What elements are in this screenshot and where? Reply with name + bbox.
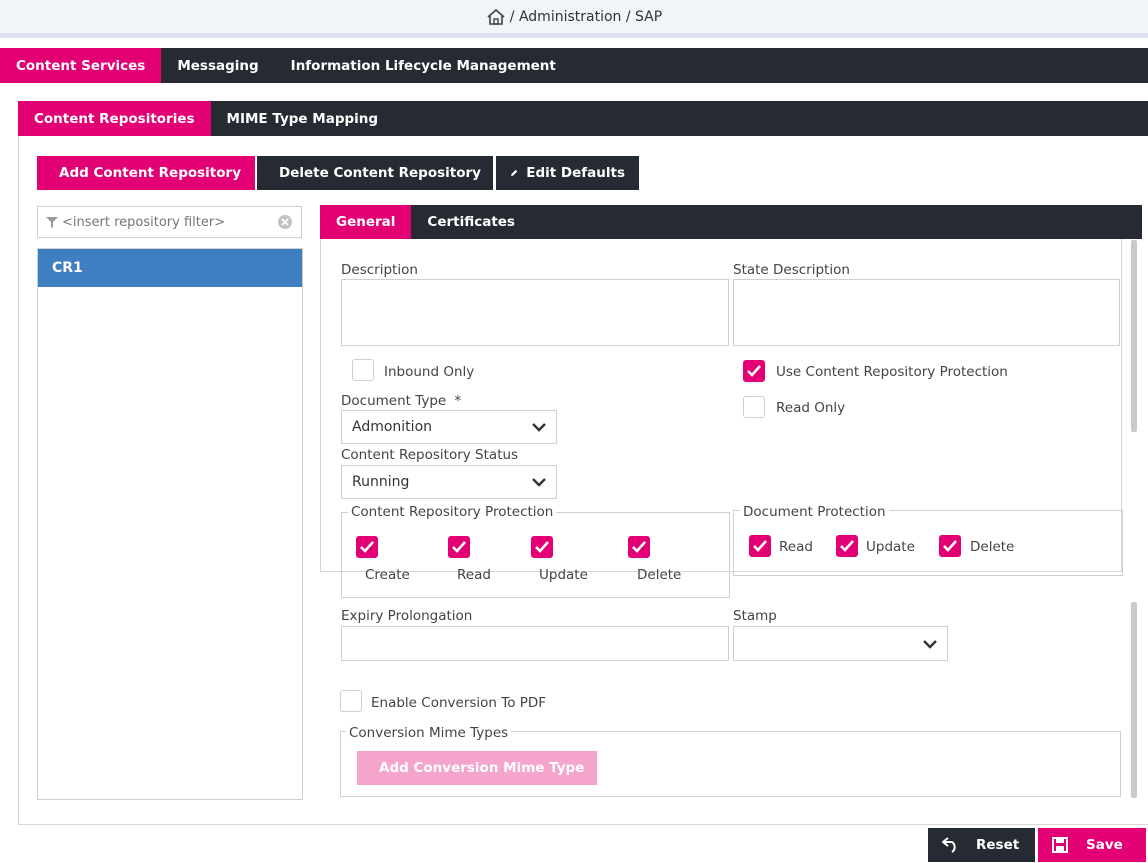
expiry-input[interactable] bbox=[341, 626, 729, 661]
filter-icon bbox=[46, 217, 58, 228]
repository-filter-input[interactable] bbox=[62, 214, 277, 230]
state-description-label: State Description bbox=[733, 262, 850, 278]
doc-delete-checkbox[interactable] bbox=[939, 535, 961, 557]
delete-content-repository-label: Delete Content Repository bbox=[279, 165, 481, 181]
repository-list: CR1 bbox=[37, 248, 303, 800]
list-item[interactable]: CR1 bbox=[38, 249, 302, 287]
clear-icon[interactable] bbox=[277, 214, 293, 230]
check-icon bbox=[452, 541, 466, 553]
stamp-select[interactable] bbox=[733, 626, 948, 661]
reset-button[interactable]: Reset bbox=[928, 828, 1035, 862]
cr-update-checkbox[interactable] bbox=[531, 536, 553, 558]
use-protection-checkbox[interactable] bbox=[743, 360, 765, 382]
document-type-value: Admonition bbox=[352, 419, 433, 435]
enable-pdf-label: Enable Conversion To PDF bbox=[371, 695, 547, 711]
edit-defaults-label: Edit Defaults bbox=[526, 165, 625, 181]
expiry-label: Expiry Prolongation bbox=[341, 608, 473, 624]
panel-scrollbar[interactable] bbox=[1131, 240, 1137, 432]
chevron-down-icon bbox=[923, 639, 937, 649]
chevron-down-icon bbox=[532, 478, 546, 487]
status-label: Content Repository Status bbox=[341, 447, 519, 463]
chevron-down-icon bbox=[532, 423, 546, 432]
check-icon bbox=[632, 541, 646, 553]
document-type-text: Document Type bbox=[341, 393, 447, 409]
required-mark: * bbox=[454, 393, 462, 409]
breadcrumb-path: / Administration / SAP bbox=[509, 8, 663, 25]
doc-read-checkbox[interactable] bbox=[749, 535, 771, 557]
read-only-label: Read Only bbox=[776, 400, 846, 416]
doc-update-label: Update bbox=[866, 539, 915, 555]
reset-label: Reset bbox=[976, 837, 1020, 853]
add-conversion-mime-type-button[interactable]: Add Conversion Mime Type bbox=[357, 751, 597, 785]
cr-read-label: Read bbox=[457, 567, 491, 583]
description-label: Description bbox=[341, 262, 418, 278]
delete-content-repository-button[interactable]: Delete Content Repository bbox=[257, 156, 493, 190]
doc-update-checkbox[interactable] bbox=[836, 535, 858, 557]
doc-delete-label: Delete bbox=[970, 539, 1015, 555]
add-conversion-mime-type-label: Add Conversion Mime Type bbox=[379, 760, 585, 776]
save-label: Save bbox=[1086, 837, 1123, 853]
save-button[interactable]: Save bbox=[1038, 828, 1146, 862]
tab-content-repositories[interactable]: Content Repositories bbox=[18, 101, 211, 136]
document-type-label: Document Type * bbox=[341, 393, 461, 409]
pencil-icon bbox=[511, 169, 518, 177]
add-content-repository-button[interactable]: Add Content Repository bbox=[37, 156, 255, 190]
repository-filter bbox=[37, 206, 302, 238]
cr-read-checkbox[interactable] bbox=[448, 536, 470, 558]
cr-delete-checkbox[interactable] bbox=[628, 536, 650, 558]
cr-protection-legend: Content Repository Protection bbox=[348, 504, 557, 520]
cr-create-checkbox[interactable] bbox=[356, 536, 378, 558]
breadcrumb: / Administration / SAP bbox=[0, 0, 1148, 38]
edit-defaults-button[interactable]: Edit Defaults bbox=[496, 156, 639, 190]
cr-update-label: Update bbox=[539, 567, 588, 583]
add-content-repository-label: Add Content Repository bbox=[59, 165, 241, 181]
tab-content-services[interactable]: Content Services bbox=[0, 48, 162, 83]
cr-create-label: Create bbox=[365, 567, 410, 583]
enable-pdf-checkbox[interactable] bbox=[340, 690, 362, 712]
status-select[interactable]: Running bbox=[341, 465, 557, 499]
check-icon bbox=[840, 540, 854, 552]
check-icon bbox=[753, 540, 767, 552]
check-icon bbox=[535, 541, 549, 553]
doc-protection-legend: Document Protection bbox=[740, 504, 889, 520]
check-icon bbox=[943, 540, 957, 552]
home-icon[interactable] bbox=[486, 8, 506, 26]
read-only-checkbox[interactable] bbox=[743, 396, 765, 418]
tab-certificates[interactable]: Certificates bbox=[411, 205, 531, 239]
sub-tab-bar: Content Repositories MIME Type Mapping bbox=[18, 101, 1148, 136]
save-icon bbox=[1052, 837, 1068, 853]
main-tab-bar: Content Services Messaging Information L… bbox=[0, 48, 1148, 83]
doc-read-label: Read bbox=[779, 539, 813, 555]
document-type-select[interactable]: Admonition bbox=[341, 410, 557, 444]
description-input[interactable] bbox=[341, 279, 729, 346]
tab-messaging[interactable]: Messaging bbox=[161, 48, 274, 83]
state-description-input[interactable] bbox=[733, 279, 1120, 346]
undo-icon bbox=[942, 837, 956, 853]
check-icon bbox=[360, 541, 374, 553]
inbound-only-checkbox[interactable] bbox=[352, 359, 374, 381]
cr-delete-label: Delete bbox=[637, 567, 682, 583]
tab-mime-type-mapping[interactable]: MIME Type Mapping bbox=[211, 101, 395, 136]
lower-scrollbar[interactable] bbox=[1131, 602, 1137, 798]
detail-tab-bar: General Certificates bbox=[320, 205, 1142, 239]
use-protection-label: Use Content Repository Protection bbox=[776, 364, 1008, 380]
inbound-only-label: Inbound Only bbox=[384, 364, 475, 380]
conversion-mime-legend: Conversion Mime Types bbox=[346, 725, 512, 741]
status-value: Running bbox=[352, 474, 410, 490]
tab-general[interactable]: General bbox=[320, 205, 412, 239]
check-icon bbox=[747, 365, 761, 377]
tab-information-lifecycle-management[interactable]: Information Lifecycle Management bbox=[275, 48, 572, 83]
stamp-label: Stamp bbox=[733, 608, 777, 624]
